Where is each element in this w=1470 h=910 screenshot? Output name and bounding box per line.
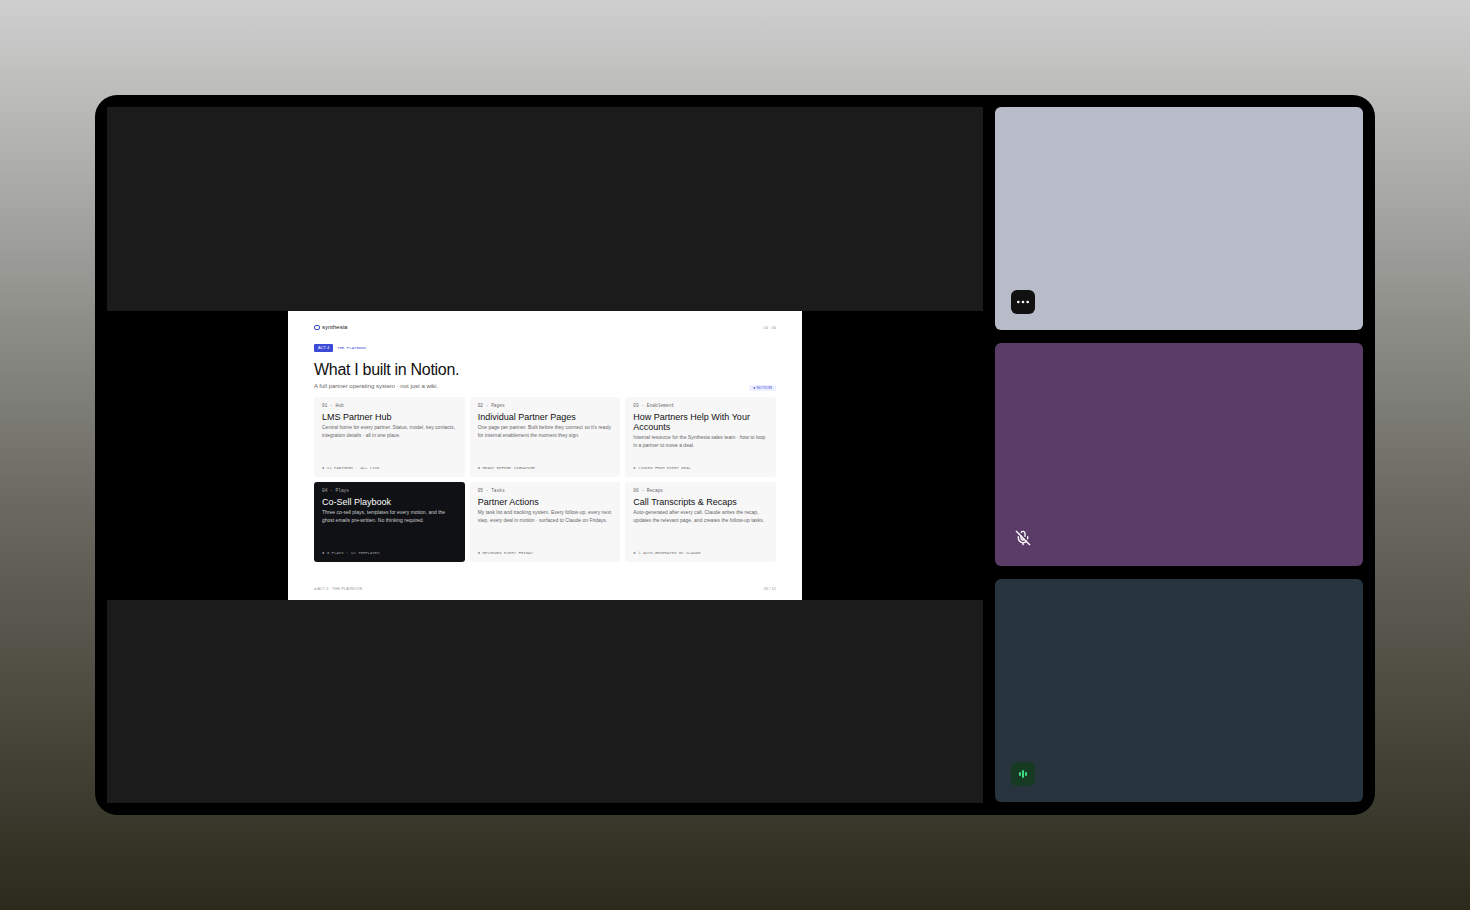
feature-card: 06 · Recaps Call Transcripts & Recaps Auto… [625,482,776,562]
card-eyebrow: 03 · Enablement [633,403,768,410]
card-title: LMS Partner Hub [322,412,457,422]
slide-nav: 04 · 06 [764,325,776,331]
card-eyebrow: 06 · Recaps [633,488,768,495]
feature-card: 02 · Pages Individual Partner Pages One pa… [470,397,621,477]
feature-card: 04 · Plays Co-Sell Playbook Three co-sell … [314,482,465,562]
feature-card: 05 · Tasks Partner Actions My task list an… [470,482,621,562]
card-body: My task list and tracking system. Every … [478,509,613,524]
card-footer: ● ↳ AUTO-GENERATED BY CLAUDE [633,550,768,556]
shared-screen: synthesia 04 · 06 ACT 4 THE PLAYBOOK What I … [107,107,983,803]
card-title: Individual Partner Pages [478,412,613,422]
card-grid: 01 · Hub LMS Partner Hub Central home for … [314,397,776,562]
audio-bars-icon [1017,768,1029,780]
muted-indicator [1011,526,1035,550]
card-body: One page per partner. Built before they … [478,424,613,439]
act-badge: ACT 4 [314,344,333,352]
tag: ● NOTION [749,385,776,391]
card-eyebrow: 05 · Tasks [478,488,613,495]
participant-tile[interactable] [995,579,1363,802]
mic-off-icon [1015,530,1031,546]
card-footer: ● READY BEFORE SIGNATURE [478,465,613,471]
card-footer: ● 11 PARTNERS · ALL LIVE [322,465,457,471]
slide-footer-right: 09 / 12 [764,586,776,592]
card-title: How Partners Help With Your Accounts [633,412,768,433]
card-eyebrow: 02 · Pages [478,403,613,410]
participant-list [995,107,1363,803]
section-label: THE PLAYBOOK [337,345,366,351]
card-eyebrow: 04 · Plays [322,488,457,495]
speaking-indicator [1011,762,1035,786]
card-body: Three co-sell plays, templates for every… [322,509,457,524]
card-title: Partner Actions [478,497,613,507]
slide-subtitle: A full partner operating system · not ju… [314,382,438,391]
card-footer: ● REVIEWED EVERY FRIDAY [478,550,613,556]
card-body: Auto-generated after every call. Claude … [633,509,768,524]
feature-card: 03 · Enablement How Partners Help With Yo… [625,397,776,477]
more-button[interactable] [1011,290,1035,314]
logo: synthesia [314,323,347,332]
participant-tile[interactable] [995,107,1363,330]
card-title: Co-Sell Playbook [322,497,457,507]
card-body: Central home for every partner. Status, … [322,424,457,439]
slide-title: What I built in Notion. [314,358,776,382]
card-title: Call Transcripts & Recaps [633,497,768,507]
logo-icon [314,325,320,330]
participant-tile[interactable] [995,343,1363,566]
card-footer: ● LINKED FROM EVERY DEAL [633,465,768,471]
page: synthesia 04 · 06 ACT 4 THE PLAYBOOK What I … [0,0,1470,910]
slide: synthesia 04 · 06 ACT 4 THE PLAYBOOK What I … [288,311,802,600]
card-footer: ● 3 PLAYS · 12 TEMPLATES [322,550,457,556]
slide-footer-left: ● ACT 4 · THE PLAYBOOK [314,586,363,592]
ellipsis-icon [1015,294,1031,310]
card-body: Internal resource for the Synthesia sale… [633,434,768,449]
call-window: synthesia 04 · 06 ACT 4 THE PLAYBOOK What I … [95,95,1375,815]
feature-card: 01 · Hub LMS Partner Hub Central home for … [314,397,465,477]
card-eyebrow: 01 · Hub [322,403,457,410]
